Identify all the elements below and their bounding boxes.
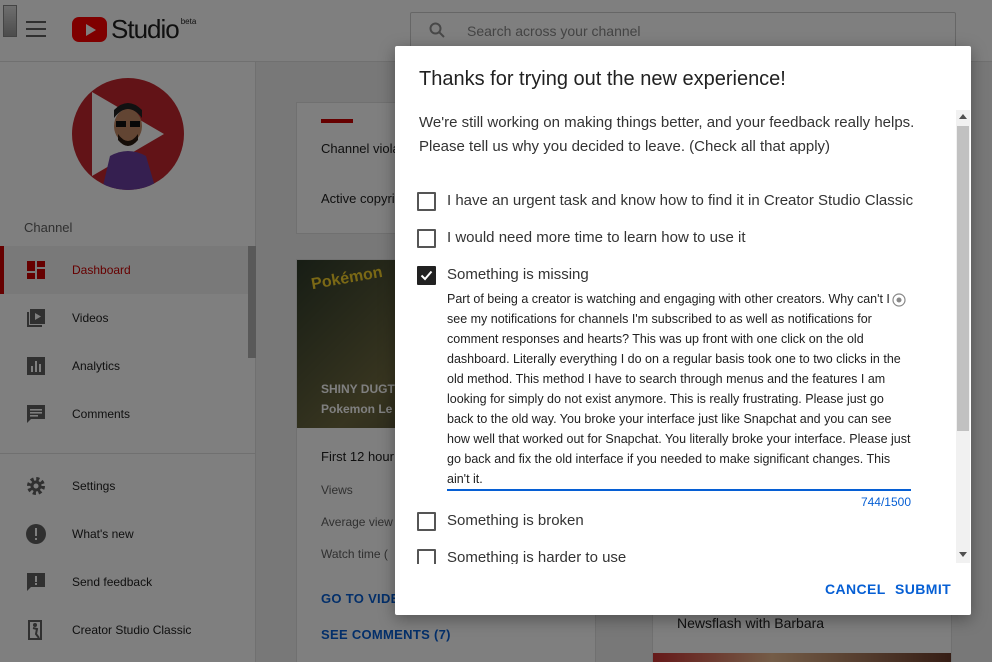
option-label: Something is broken — [447, 512, 584, 529]
checkmark-icon — [420, 270, 433, 281]
checkbox-checked[interactable] — [417, 266, 436, 285]
grammar-check-icon[interactable] — [892, 293, 906, 307]
checkbox[interactable] — [417, 229, 436, 248]
dialog-intro: We're still working on making things bet… — [419, 114, 915, 155]
feedback-dialog: Thanks for trying out the new experience… — [395, 46, 971, 615]
option-label: I have an urgent task and know how to fi… — [447, 192, 914, 209]
scroll-down-icon[interactable] — [959, 552, 967, 557]
textarea-underline — [447, 489, 911, 491]
submit-button[interactable]: SUBMIT — [895, 581, 951, 597]
dialog-body: We're still working on making things bet… — [395, 108, 971, 564]
feedback-textarea[interactable]: Part of being a creator is watching and … — [447, 289, 911, 489]
option-label: I would need more time to learn how to u… — [447, 229, 746, 246]
dialog-scrollbar-thumb[interactable] — [957, 126, 969, 431]
checkbox[interactable] — [417, 549, 436, 564]
option-label: Something is harder to use — [447, 549, 627, 564]
checkbox[interactable] — [417, 512, 436, 531]
dialog-title: Thanks for trying out the new experience… — [419, 68, 786, 90]
checkbox[interactable] — [417, 192, 436, 211]
cancel-button[interactable]: CANCEL — [825, 581, 886, 597]
option-label: Something is missing — [447, 266, 589, 283]
character-count: 744/1500 — [860, 495, 911, 509]
scroll-up-icon[interactable] — [959, 114, 967, 119]
